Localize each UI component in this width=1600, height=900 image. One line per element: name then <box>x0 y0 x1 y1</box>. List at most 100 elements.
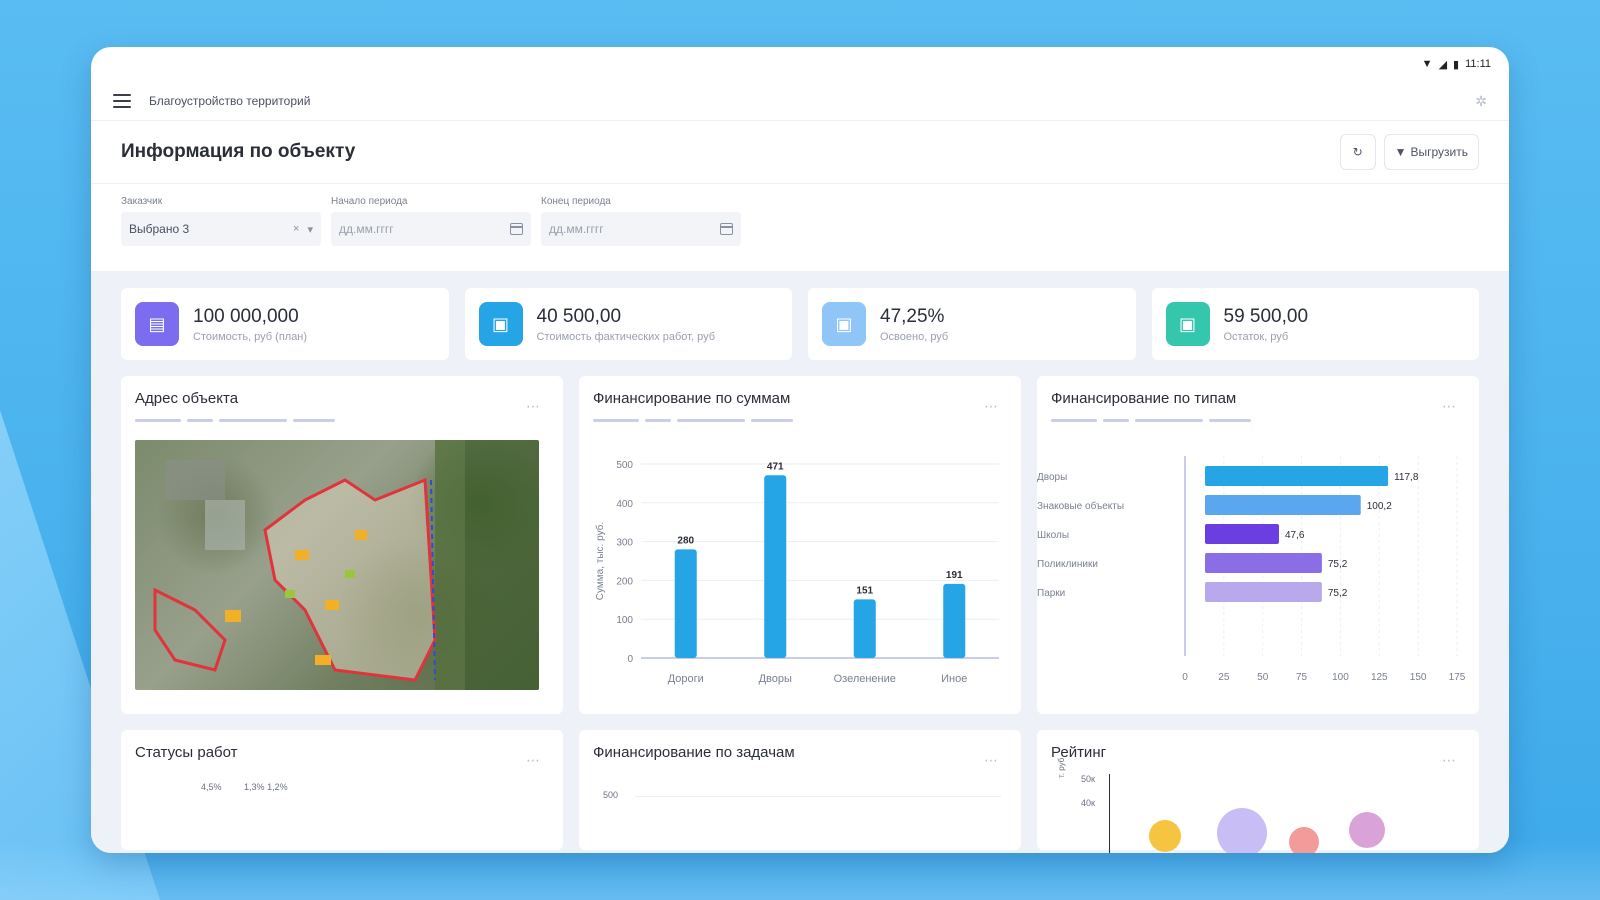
work-statuses-card: Статусы работ ⋯ 4,5% 1,3% 1,2% <box>121 730 563 850</box>
financing-by-sums-card: Финансирование по суммам ⋯ 0 100 200 300 400… <box>579 376 1021 714</box>
financing-by-types-chart: 0 25 50 75 100 125 150 175 Дворы 117,8 Знаковые об… <box>1037 456 1466 683</box>
wallet-icon: ▣ <box>478 302 523 346</box>
app-title: Благоустройство территорий <box>149 93 311 108</box>
tab-indicators <box>593 419 1007 422</box>
rating-card: Рейтинг ⋯ т. руб. 50к 40к <box>1037 730 1479 853</box>
bar <box>764 475 787 658</box>
financing-by-sums-chart: 0 100 200 300 400 500 Сумма, тыс. руб. 280 Дорог… <box>594 460 999 685</box>
app-bar: Благоустройство территорий ✲ <box>91 81 1509 121</box>
axis-label: т. руб. <box>1057 755 1066 778</box>
y-tick-label: 500 <box>616 460 633 471</box>
more-icon[interactable]: ⋯ <box>984 752 999 769</box>
bar <box>853 599 876 658</box>
kpi-value: 40 500,00 <box>536 305 622 327</box>
pie-label: 4,5% <box>201 782 222 792</box>
more-icon[interactable]: ⋯ <box>1442 398 1457 415</box>
x-tick-label: 0 <box>1182 672 1188 683</box>
refresh-icon: ↻ <box>1352 145 1363 159</box>
export-label: Выгрузить <box>1410 145 1469 159</box>
header-actions: ↻ ▼ Выгрузить <box>1339 134 1479 170</box>
data-label: 75,2 <box>1328 588 1348 599</box>
bar <box>1205 553 1322 573</box>
y-tick-label: 100 <box>616 615 633 626</box>
more-icon[interactable]: ⋯ <box>526 752 541 769</box>
card-title: Адрес объекта <box>135 390 239 407</box>
tab-indicators <box>1051 419 1465 422</box>
bubble <box>1217 808 1267 853</box>
financing-by-types-card: Финансирование по типам ⋯ 0 25 50 75 100 125 1… <box>1037 376 1479 714</box>
y-tick-label: Поликлиники <box>1037 559 1098 570</box>
kpi-value: 47,25% <box>880 305 945 327</box>
kpi-row: ▤ 100 000,000 Стоимость, руб (план) ▣ 40… <box>121 288 1479 360</box>
tab-indicators <box>135 419 549 422</box>
end-date-input[interactable]: дд.мм.гггг <box>541 212 741 246</box>
customer-select[interactable]: Выбрано 3 × ▾ <box>121 212 321 246</box>
more-icon[interactable]: ⋯ <box>1442 752 1457 769</box>
end-date-label: Конец периода <box>541 196 611 207</box>
more-icon[interactable]: ⋯ <box>984 398 999 415</box>
end-date-filter: Конец периода дд.мм.гггг <box>541 196 741 268</box>
y-tick-label: 0 <box>627 654 633 665</box>
dashboard-content: ▤ 100 000,000 Стоимость, руб (план) ▣ 40… <box>91 271 1509 853</box>
tick-label: 500 <box>603 790 619 800</box>
bubble <box>1289 827 1319 853</box>
y-tick-label: Знаковые объекты <box>1037 500 1124 512</box>
data-label: 75,2 <box>1328 559 1348 570</box>
clock: 11:11 <box>1465 58 1491 70</box>
customer-filter: Заказчик Выбрано 3 × ▾ <box>121 196 321 268</box>
bar <box>1205 582 1322 602</box>
kpi-label: Освоено, руб <box>880 330 949 343</box>
bar <box>1205 466 1389 486</box>
tick-label: 40к <box>1081 798 1095 808</box>
bar <box>1205 524 1279 544</box>
x-tick-label: 100 <box>1332 672 1349 683</box>
calendar-icon[interactable] <box>720 223 733 235</box>
bar <box>1205 495 1361 515</box>
clear-icon[interactable]: × <box>293 223 299 236</box>
bar <box>674 549 697 658</box>
tablet-frame: ▼ ◢ ▮ 11:11 Благоустройство территорий ✲… <box>91 47 1509 853</box>
start-date-filter: Начало периода дд.мм.гггг <box>331 196 531 268</box>
card-title: Финансирование по типам <box>1051 390 1237 407</box>
kpi-card: ▣ 40 500,00 Стоимость фактических работ,… <box>464 288 792 360</box>
export-button[interactable]: ▼ Выгрузить <box>1383 134 1479 170</box>
x-tick-label: Дороги <box>668 673 704 685</box>
x-tick-label: 150 <box>1410 672 1427 683</box>
refresh-button[interactable]: ↻ <box>1339 134 1376 170</box>
kpi-card: ▤ 100 000,000 Стоимость, руб (план) <box>121 288 449 360</box>
card-title: Финансирование по суммам <box>593 390 791 407</box>
hamburger-menu-icon[interactable] <box>113 93 131 108</box>
y-tick-label: 300 <box>616 538 633 549</box>
card-title: Статусы работ <box>135 744 238 761</box>
y-tick-label: 400 <box>616 499 633 510</box>
pie-label: 1,2% <box>267 782 288 792</box>
satellite-map[interactable] <box>135 440 539 690</box>
x-tick-label: Дворы <box>759 673 792 685</box>
pie-label: 1,3% <box>244 782 265 792</box>
data-label: 280 <box>677 535 694 546</box>
start-date-label: Начало периода <box>331 196 408 207</box>
chevron-down-icon[interactable]: ▾ <box>307 223 313 236</box>
pin-icon[interactable]: ✲ <box>1475 93 1487 110</box>
bubble <box>1349 812 1385 848</box>
data-label: 100,2 <box>1367 501 1392 512</box>
start-date-input[interactable]: дд.мм.гггг <box>331 212 531 246</box>
y-axis-label: Сумма, тыс. руб. <box>594 522 606 600</box>
wallet-icon: ▣ <box>822 302 866 346</box>
x-tick-label: 25 <box>1218 672 1230 683</box>
financing-by-tasks-card: Финансирование по задачам ⋯ 500 <box>579 730 1021 850</box>
page-header: Информация по объекту ↻ ▼ Выгрузить <box>91 121 1509 183</box>
y-tick-label: Школы <box>1037 530 1069 541</box>
y-tick-label: Парки <box>1037 588 1065 599</box>
wallet-icon: ▣ <box>1165 302 1210 346</box>
filters-bar: Заказчик Выбрано 3 × ▾ Начало периода дд… <box>91 183 1509 268</box>
start-date-placeholder: дд.мм.гггг <box>339 222 394 236</box>
more-icon[interactable]: ⋯ <box>526 398 541 415</box>
calendar-icon[interactable] <box>510 223 523 235</box>
bar <box>943 583 966 658</box>
kpi-card: ▣ 59 500,00 Остаток, руб <box>1151 288 1479 360</box>
kpi-label: Остаток, руб <box>1223 330 1289 343</box>
wifi-icon: ▼ <box>1421 58 1433 70</box>
bubble <box>1149 820 1181 852</box>
address-card: Адрес объекта ⋯ <box>121 376 563 714</box>
